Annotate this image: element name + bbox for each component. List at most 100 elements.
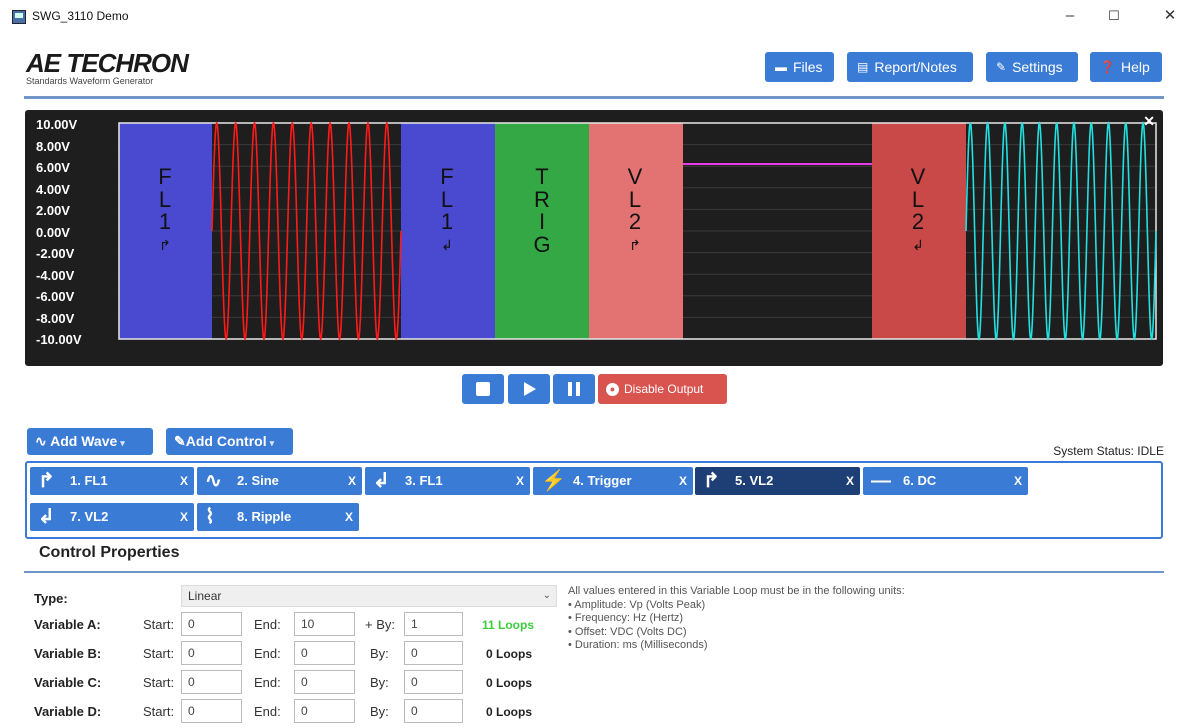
system-status: System Status: IDLE [1053, 444, 1164, 458]
vl2-end-label: 2 [911, 209, 925, 234]
fl1-end-label: 1 [440, 209, 454, 234]
sine-wave-icon: ∿ [35, 433, 47, 449]
help-icon: ❓ [1100, 60, 1115, 74]
remove-step-button[interactable]: X [180, 503, 188, 531]
end-input[interactable]: 0 [294, 699, 355, 723]
remove-step-button[interactable]: X [180, 467, 188, 495]
add-control-button[interactable]: ✎Add Control ▾ [166, 428, 293, 455]
stop-button[interactable] [462, 374, 504, 404]
by-label: By: [370, 675, 389, 690]
y-axis-label: 6.00V [36, 160, 70, 175]
step-label: 5. VL2 [735, 473, 774, 488]
fl1-end-label: ↲ [441, 236, 453, 253]
add-control-label: Add Control [185, 433, 267, 449]
step-1-fl1[interactable]: ↱ 1. FL1 X [30, 467, 194, 495]
fl1-start-label: L [158, 186, 172, 212]
play-icon [524, 382, 536, 396]
settings-button[interactable]: ✎ Settings [986, 52, 1078, 82]
report-notes-label: Report/Notes [874, 59, 957, 75]
play-button[interactable] [508, 374, 550, 404]
loop-count: 0 Loops [486, 676, 533, 690]
y-axis-label: 10.00V [36, 117, 78, 132]
clipboard-icon: ▤ [857, 60, 869, 74]
start-label: Start: [143, 704, 175, 719]
by-input[interactable]: 0 [404, 699, 463, 723]
note-amplitude: • Amplitude: Vp (Volts Peak) [568, 598, 706, 611]
remove-step-button[interactable]: X [846, 467, 854, 495]
files-button[interactable]: ▬ Files [765, 52, 834, 82]
trigger-label: G [533, 231, 551, 257]
start-input[interactable]: 0 [181, 699, 242, 723]
vl2-end-label: ↲ [912, 236, 924, 253]
end-label: End: [254, 704, 281, 719]
settings-label: Settings [1012, 59, 1063, 75]
chevron-down-icon: ▾ [269, 438, 275, 448]
remove-step-button[interactable]: X [345, 503, 353, 531]
disable-output-label: Disable Output [624, 382, 704, 396]
step-2-sine[interactable]: ∿ 2. Sine X [197, 467, 362, 495]
step-label: 6. DC [903, 473, 937, 488]
vl2-start-label: 2 [628, 209, 642, 234]
end-label: End: [254, 675, 281, 690]
by-label: + By: [365, 617, 395, 632]
units-notes: All values entered in this Variable Loop… [568, 585, 905, 653]
remove-step-button[interactable]: X [1014, 467, 1022, 495]
help-button[interactable]: ❓ Help [1090, 52, 1162, 82]
step-5-vl2[interactable]: ↱ 5. VL2 X [695, 467, 860, 495]
fl1-start-label: 1 [158, 209, 172, 234]
y-axis-label: -4.00V [36, 267, 75, 283]
brand-name: AE TECHRON [26, 48, 189, 78]
remove-step-button[interactable]: X [348, 467, 356, 495]
end-input[interactable]: 0 [294, 670, 355, 694]
wrench-icon: ✎ [996, 60, 1007, 74]
minimize-button[interactable]: – [1050, 4, 1090, 28]
by-input[interactable]: 0 [404, 641, 463, 665]
close-preview-icon[interactable]: ✕ [1143, 113, 1155, 130]
disable-output-button[interactable]: ● Disable Output [598, 374, 727, 404]
close-window-button[interactable]: ✕ [1150, 4, 1190, 28]
control-properties-divider [24, 571, 1164, 573]
step-7-vl2[interactable]: ↲ 7. VL2 X [30, 503, 194, 531]
maximize-button[interactable]: ☐ [1094, 4, 1134, 28]
pause-button[interactable] [553, 374, 595, 404]
fl1-end-label: F [440, 164, 454, 189]
report-notes-button[interactable]: ▤ Report/Notes [847, 52, 973, 82]
start-input[interactable]: 0 [181, 670, 242, 694]
y-axis-label: -10.00V [36, 332, 82, 347]
start-input[interactable]: 0 [181, 641, 242, 665]
folder-icon: ▬ [775, 60, 787, 74]
remove-step-button[interactable]: X [679, 467, 687, 495]
trigger-label: I [538, 209, 546, 234]
step-label: 7. VL2 [70, 509, 109, 524]
y-axis-label: 0.00V [36, 224, 70, 240]
by-input[interactable]: 1 [404, 612, 463, 636]
fl1-start-label: F [158, 164, 172, 189]
notes-heading: All values entered in this Variable Loop… [568, 585, 905, 597]
type-select-value: Linear [188, 589, 222, 603]
waveform-preview[interactable]: 10.00V 8.00V 6.00V 4.00V 2.00V 0.00V -2.00V -4.… [25, 110, 1163, 366]
type-select[interactable]: Linear ⌄ [181, 585, 557, 607]
control-properties-title: Control Properties [39, 544, 180, 561]
loop-start-icon: ↱ [38, 470, 55, 492]
end-input[interactable]: 0 [294, 641, 355, 665]
loop-end-icon: ↲ [373, 470, 390, 492]
end-input[interactable]: 10 [294, 612, 355, 636]
end-label: End: [254, 646, 281, 661]
ripple-wave-icon: ⌇ [205, 506, 215, 528]
loop-count: 11 Loops [482, 618, 535, 632]
step-4-trigger[interactable]: ⚡ 4. Trigger X [533, 467, 693, 495]
vl2-start-label: ↱ [629, 236, 641, 253]
step-6-dc[interactable]: — 6. DC X [863, 467, 1028, 495]
add-wave-button[interactable]: ∿ Add Wave ▾ [27, 428, 153, 455]
remove-step-button[interactable]: X [516, 467, 524, 495]
start-input[interactable]: 0 [181, 612, 242, 636]
y-axis-label: 4.00V [36, 181, 70, 197]
trigger-label: T [535, 164, 549, 189]
vl2-end-label: L [911, 186, 925, 212]
sequence-list: ↱ 1. FL1 X ∿ 2. Sine X ↲ 3. FL1 X ⚡ 4. T… [25, 461, 1163, 539]
note-offset: • Offset: VDC (Volts DC) [568, 625, 687, 638]
step-8-ripple[interactable]: ⌇ 8. Ripple X [197, 503, 359, 531]
by-input[interactable]: 0 [404, 670, 463, 694]
step-3-fl1[interactable]: ↲ 3. FL1 X [365, 467, 530, 495]
stop-icon [476, 382, 490, 396]
